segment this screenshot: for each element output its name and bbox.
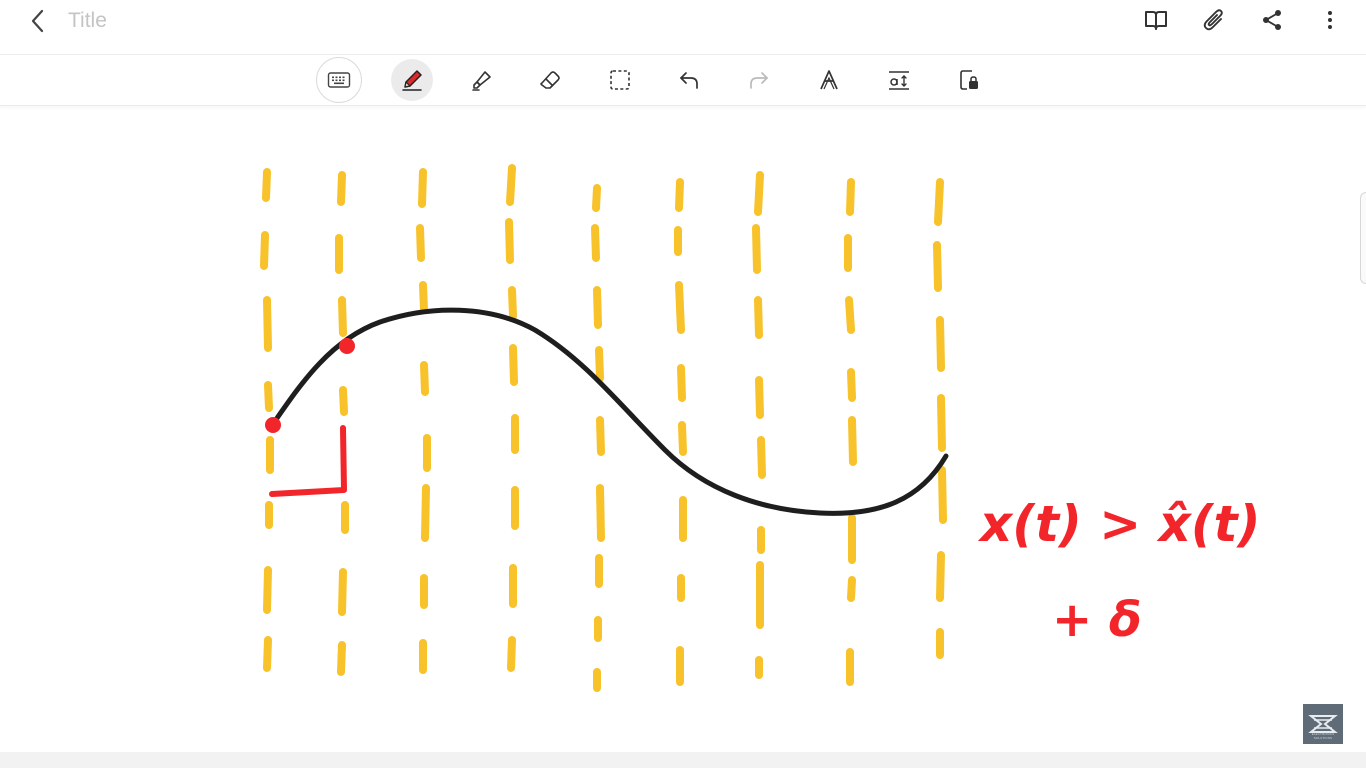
drawing-canvas[interactable]: x(t) > x̂(t) + δ <box>0 104 1366 752</box>
pen-tool-button[interactable] <box>391 59 433 101</box>
eraser-icon <box>540 71 560 89</box>
text-size-icon <box>889 71 909 90</box>
keyboard-button[interactable] <box>316 57 362 103</box>
selection-tool-button[interactable] <box>599 59 641 101</box>
dash-column <box>335 171 349 676</box>
undo-button[interactable] <box>668 59 710 101</box>
back-button[interactable] <box>24 6 52 36</box>
notes-app: Title x(t) > x̂(t) + δ ELECTRONICS SOLUT… <box>0 0 1366 768</box>
handwritten-equation: x(t) > x̂(t) <box>977 495 1260 553</box>
handwritten-delta-term: + δ <box>1052 592 1142 648</box>
attach-button[interactable] <box>1194 4 1234 36</box>
drawing-toolbar <box>0 54 1366 106</box>
keyboard-icon <box>327 72 351 88</box>
text-style-icon <box>820 70 838 90</box>
dash-column <box>591 184 605 692</box>
sine-curve <box>270 307 949 516</box>
undo-icon <box>680 72 698 89</box>
top-bar: Title <box>0 0 1366 44</box>
eraser-tool-button[interactable] <box>529 59 571 101</box>
redo-button[interactable] <box>738 59 780 101</box>
reading-mode-button[interactable] <box>1136 4 1176 36</box>
red-point <box>265 417 281 433</box>
chevron-left-icon <box>31 9 44 33</box>
dash-column <box>416 168 431 674</box>
logo-text: ELECTRONICS SOLUTIONS <box>1311 732 1335 740</box>
book-open-icon <box>1145 11 1167 30</box>
share-icon <box>1263 10 1281 30</box>
lasso-select-icon <box>610 70 630 90</box>
more-vertical-icon <box>1328 11 1332 29</box>
top-actions <box>1136 4 1350 36</box>
paperclip-icon <box>1203 9 1223 31</box>
text-style-button[interactable] <box>808 59 850 101</box>
dash-column <box>752 171 766 679</box>
red-point <box>339 338 355 354</box>
share-button[interactable] <box>1252 4 1292 36</box>
text-size-button[interactable] <box>878 59 920 101</box>
more-options-button[interactable] <box>1310 4 1350 36</box>
highlighter-icon <box>472 71 491 91</box>
right-angle-mark <box>269 425 347 497</box>
note-title[interactable]: Title <box>68 9 107 33</box>
dash-column <box>933 178 947 659</box>
lock-icon <box>960 70 978 90</box>
channel-logo: ELECTRONICS SOLUTIONS <box>1303 704 1343 744</box>
dash-column <box>505 164 519 672</box>
dash-column <box>844 178 857 686</box>
lock-button[interactable] <box>948 59 990 101</box>
bottom-bar <box>0 752 1366 768</box>
pen-icon <box>402 70 422 91</box>
highlighter-tool-button[interactable] <box>460 59 502 101</box>
redo-icon <box>750 72 768 89</box>
side-panel-handle[interactable] <box>1360 192 1366 284</box>
ink-layer: x(t) > x̂(t) + δ <box>260 164 1260 692</box>
dash-column <box>674 178 687 686</box>
yellow-dashed-lines <box>260 164 947 692</box>
